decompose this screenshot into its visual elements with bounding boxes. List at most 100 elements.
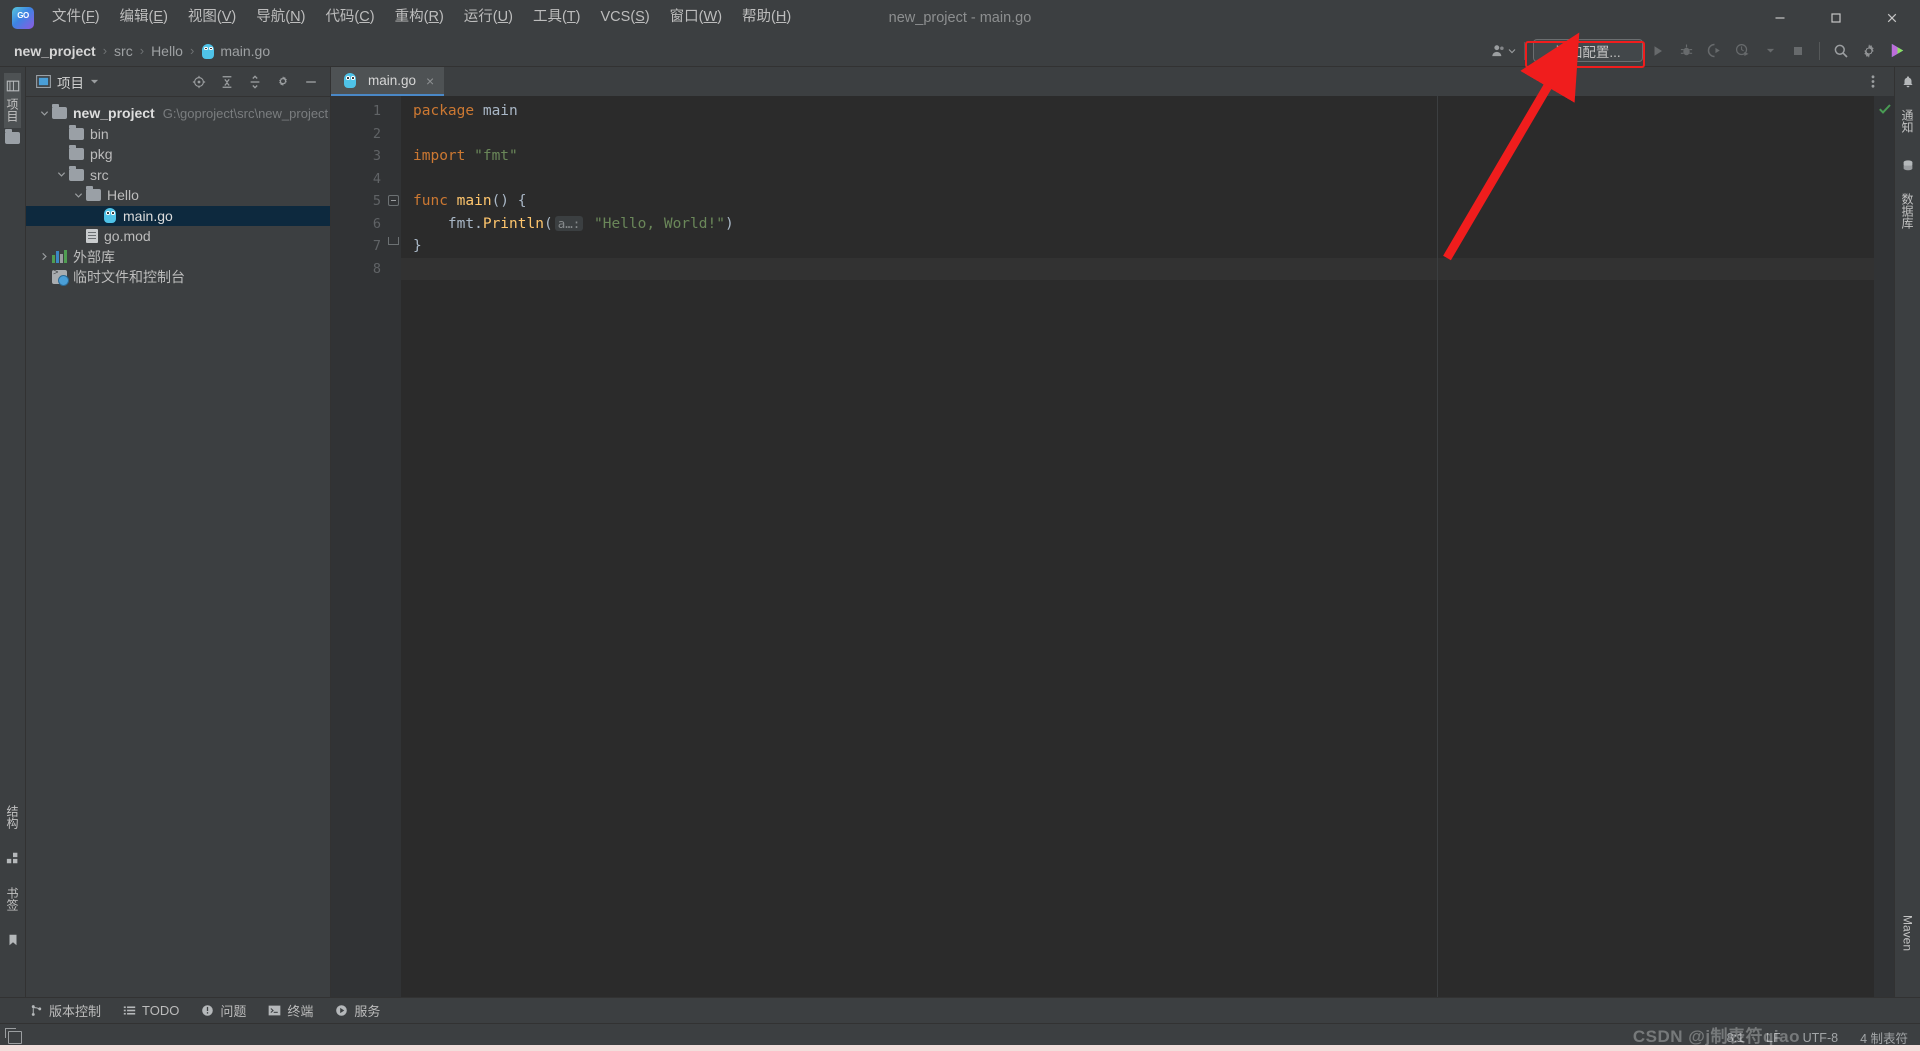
code-line[interactable]: package main (401, 100, 1874, 123)
code-token: () { (491, 193, 527, 209)
sidebar-item-structure[interactable]: 结构 (4, 799, 21, 835)
line-number[interactable]: 5 (331, 190, 401, 213)
user-account-icon[interactable] (1490, 39, 1516, 63)
code-editor[interactable]: 12345678 package main import "fmt" func ma… (331, 96, 1894, 997)
menu-edit[interactable]: 编辑(E) (110, 4, 178, 31)
toolwindow-terminal[interactable]: 终端 (268, 1001, 313, 1020)
breadcrumb-item-new-project[interactable]: new_project (14, 43, 96, 59)
add-configuration-button[interactable]: 添加配置... (1533, 39, 1643, 62)
sidebar-label-structure: 结构 (5, 805, 19, 829)
toolwindow-services[interactable]: 服务 (335, 1001, 380, 1020)
gear-icon[interactable] (1856, 39, 1882, 63)
menu-run[interactable]: 运行(U) (454, 4, 523, 31)
chevron-right-icon[interactable] (36, 252, 52, 261)
chevron-down-icon[interactable] (36, 109, 52, 118)
code-token: Println (482, 215, 544, 232)
tree-node-bin[interactable]: bin (26, 124, 330, 145)
menu-view[interactable]: 视图(V) (178, 4, 246, 31)
line-number[interactable]: 1 (331, 100, 387, 123)
line-number[interactable]: 4 (331, 168, 387, 191)
scroll-from-source-icon[interactable] (186, 70, 212, 94)
menu-vcs[interactable]: VCS(S) (591, 4, 660, 31)
chevron-down-icon[interactable] (53, 170, 69, 179)
run-with-coverage-icon[interactable] (1701, 39, 1727, 63)
code-folding-gutter[interactable] (387, 96, 401, 997)
database-icon[interactable] (1901, 159, 1915, 173)
caret-position[interactable]: 8:1 (1727, 1031, 1744, 1045)
chevron-down-icon[interactable] (70, 191, 86, 200)
chevron-down-icon[interactable] (90, 73, 99, 91)
code-line[interactable]: func main() { (401, 190, 1874, 213)
tree-node-pkg[interactable]: pkg (26, 144, 330, 165)
menu-code[interactable]: 代码(C) (315, 4, 384, 31)
expand-all-icon[interactable] (214, 70, 240, 94)
more-options-icon[interactable] (1860, 70, 1886, 94)
toolwindow-version-control[interactable]: 版本控制 (30, 1001, 101, 1020)
stop-icon[interactable] (1785, 39, 1811, 63)
tree-node-hello[interactable]: Hello (26, 185, 330, 206)
chevron-down-icon[interactable] (1757, 39, 1783, 63)
collapse-all-icon[interactable] (242, 70, 268, 94)
line-number[interactable]: 3 (331, 145, 387, 168)
tree-node-scratches-consoles[interactable]: 临时文件和控制台 (26, 267, 330, 288)
menu-file[interactable]: 文件(F) (42, 4, 110, 31)
minimize-icon[interactable] (1752, 0, 1808, 35)
profiler-icon[interactable] (1729, 39, 1755, 63)
fold-end-icon[interactable] (388, 237, 399, 245)
tree-node-main-go[interactable]: main.go (26, 205, 330, 226)
code-line[interactable] (401, 123, 1874, 146)
sidebar-item-maven[interactable]: Maven (1901, 909, 1915, 957)
line-separator[interactable]: LF (1766, 1031, 1781, 1045)
debug-icon[interactable] (1673, 39, 1699, 63)
line-number[interactable]: 2 (331, 123, 387, 146)
tab-main-go[interactable]: main.go × (331, 67, 445, 96)
line-number[interactable]: 6 (331, 213, 387, 236)
inspections-ok-check-icon[interactable] (1878, 102, 1892, 119)
tree-node-go-mod[interactable]: go.mod (26, 226, 330, 247)
sidebar-item-bookmarks[interactable]: 书签 (4, 881, 21, 917)
fold-region[interactable] (387, 235, 401, 258)
code-line[interactable]: } (401, 235, 1874, 258)
bell-icon[interactable] (1901, 75, 1915, 89)
menu-tools[interactable]: 工具(T) (523, 4, 591, 31)
project-tree[interactable]: new_project G:\goproject\src\new_project b… (26, 97, 330, 997)
ide-update-icon[interactable] (1884, 39, 1910, 63)
file-encoding[interactable]: UTF-8 (1803, 1031, 1838, 1045)
run-icon[interactable] (1645, 39, 1671, 63)
tree-node-src[interactable]: src (26, 165, 330, 186)
maximize-icon[interactable] (1808, 0, 1864, 35)
breadcrumb-item-hello[interactable]: Hello (151, 43, 183, 59)
sidebar-item-folder[interactable] (5, 128, 20, 150)
sidebar-item-database[interactable]: 数据库 (1899, 187, 1916, 235)
code-line[interactable]: fmt.Println(a…: "Hello, World!") (401, 213, 1874, 236)
line-number-gutter[interactable]: 12345678 (331, 96, 401, 997)
gear-icon[interactable] (270, 70, 296, 94)
menu-navigate[interactable]: 导航(N) (246, 4, 315, 31)
hide-icon[interactable] (298, 70, 324, 94)
close-icon[interactable]: × (426, 73, 434, 89)
menu-help[interactable]: 帮助(H) (732, 4, 801, 31)
fold-region[interactable] (387, 190, 401, 213)
tool-windows-icon[interactable] (5, 1028, 22, 1044)
menu-window[interactable]: 窗口(W) (660, 4, 732, 31)
close-icon[interactable] (1864, 0, 1920, 35)
tree-node-external-libraries[interactable]: 外部库 (26, 247, 330, 268)
sidebar-item-project[interactable]: 项目 (4, 73, 21, 128)
breadcrumb-item-src[interactable]: src (114, 43, 133, 59)
collapse-fold-icon[interactable] (388, 195, 399, 206)
toolwindow-todo[interactable]: TODO (123, 1003, 179, 1018)
breadcrumb-separator: › (139, 43, 145, 58)
error-stripe-marker-panel[interactable] (1874, 96, 1894, 997)
code-line[interactable]: import "fmt" (401, 145, 1874, 168)
code-content[interactable]: package main import "fmt" func main() { fm… (401, 96, 1874, 997)
line-number[interactable]: 7 (331, 235, 387, 258)
search-everywhere-icon[interactable] (1828, 39, 1854, 63)
code-line[interactable] (401, 168, 1874, 191)
toolwindow-problems[interactable]: 问题 (201, 1001, 246, 1020)
code-line[interactable] (401, 257, 1874, 280)
line-number[interactable]: 8 (331, 258, 387, 281)
tree-node-new-project[interactable]: new_project G:\goproject\src\new_project (26, 103, 330, 124)
breadcrumb-item-main-go[interactable]: main.go (201, 43, 270, 59)
menu-refactor[interactable]: 重构(R) (385, 4, 454, 31)
sidebar-item-notifications[interactable]: 通知 (1899, 103, 1916, 139)
